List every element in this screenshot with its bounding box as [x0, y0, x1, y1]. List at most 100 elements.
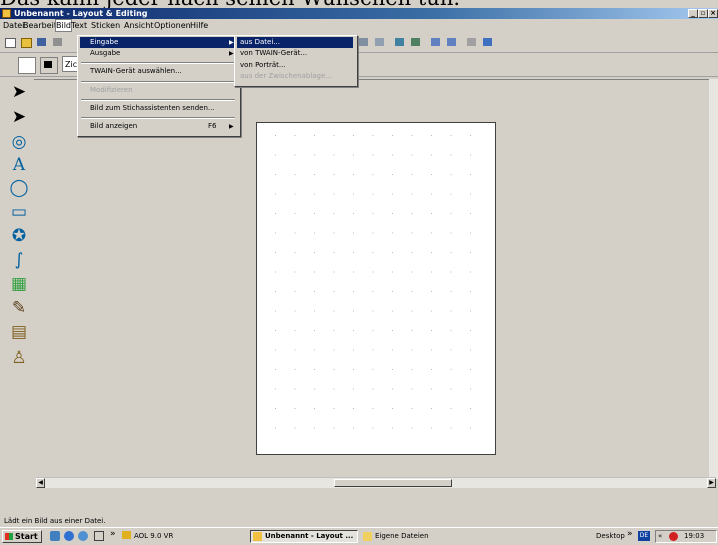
grid-dot	[275, 408, 276, 409]
node-edit-icon[interactable]: ➤	[7, 105, 31, 128]
menu-text[interactable]: Text	[71, 20, 87, 31]
minimize-button[interactable]: _	[688, 9, 698, 18]
line-tool-icon[interactable]	[18, 57, 36, 74]
clock: 19:03	[684, 532, 705, 540]
design-page[interactable]	[256, 122, 496, 455]
menu-datei[interactable]: Datei	[3, 20, 24, 31]
task-eigene-dateien[interactable]: Eigene Dateien	[360, 530, 456, 543]
grid-dot	[411, 193, 413, 195]
tray-app-icon[interactable]	[669, 532, 678, 541]
text-tool-icon[interactable]: A	[7, 153, 31, 176]
grid-dot	[411, 291, 413, 292]
new-file-icon[interactable]	[2, 35, 16, 48]
grid-dot	[333, 154, 335, 156]
close-button[interactable]: ×	[708, 9, 718, 18]
quicklaunch-more-icon[interactable]: »	[110, 529, 116, 539]
grid-dot	[333, 330, 335, 331]
save-icon[interactable]	[34, 35, 48, 48]
grid-dot	[392, 213, 393, 214]
task-unbenannt[interactable]: Unbenannt - Layout ...	[250, 530, 358, 543]
grid-dot	[431, 252, 432, 253]
maximize-button[interactable]: ▫	[698, 9, 708, 18]
open-folder-icon[interactable]	[18, 35, 32, 48]
person-icon[interactable]: ♙	[7, 346, 31, 369]
menu-item-stichassistent[interactable]: Bild zum Stichassistenten senden...	[80, 103, 236, 114]
grid-dot	[470, 388, 471, 390]
stitch-fill-icon[interactable]: ▦	[7, 272, 31, 295]
menu-bild[interactable]: Bild	[54, 19, 73, 32]
menu-ansicht[interactable]: Ansicht	[124, 20, 154, 31]
tool-b-icon[interactable]	[372, 35, 386, 48]
freehand-icon[interactable]: ∫	[7, 248, 31, 271]
grid-dot	[431, 427, 432, 429]
star-shape-icon[interactable]: ✪	[7, 224, 31, 247]
grid-dot	[333, 135, 335, 136]
horizontal-scrollbar[interactable]: ◀ ▶	[36, 477, 716, 488]
grid-dot	[294, 232, 296, 234]
menu-separator	[81, 99, 235, 101]
scroll-left-icon[interactable]: ◀	[36, 478, 45, 488]
scroll-right-icon[interactable]: ▶	[707, 478, 716, 488]
zoom-combo[interactable]: Zic	[62, 56, 78, 72]
grid-dot	[333, 232, 335, 234]
tool-g-icon[interactable]	[464, 35, 478, 48]
ruler-icon[interactable]: ▤	[7, 320, 31, 343]
submenu-item-portraet[interactable]: von Porträt...	[237, 60, 353, 71]
menu-optionen[interactable]: Optionen	[154, 20, 191, 31]
menu-item-eingabe[interactable]: Eingabe ▶	[80, 37, 236, 48]
grid-dot	[372, 330, 374, 331]
start-button[interactable]: Start	[2, 530, 42, 543]
menu-item-bild-anzeigen[interactable]: Bild anzeigen F6 ▶	[80, 121, 236, 132]
language-indicator[interactable]: DE	[638, 531, 650, 541]
menu-item-twain-select[interactable]: TWAIN-Gerät auswählen...	[80, 66, 236, 77]
print-icon[interactable]	[50, 35, 64, 48]
fill-tool-icon[interactable]	[40, 57, 58, 74]
tool-c-icon[interactable]	[392, 35, 406, 48]
desktop-toolbar-label[interactable]: Desktop	[596, 531, 625, 542]
select-arrow-icon[interactable]: ➤	[7, 80, 31, 103]
tray-expand-icon[interactable]: «	[658, 531, 662, 542]
grid-dot	[275, 135, 276, 136]
ellipse-icon[interactable]: ◯	[7, 176, 31, 199]
desktop-more-icon[interactable]: »	[627, 529, 633, 539]
grid-dot	[314, 310, 315, 312]
grid-dot	[333, 291, 335, 292]
aol-icon	[122, 531, 131, 539]
grid-dot	[314, 427, 315, 429]
page-grid	[275, 135, 471, 429]
folder-icon	[363, 532, 372, 541]
quicklaunch-desktop-icon[interactable]	[78, 531, 88, 541]
quicklaunch-ie-icon[interactable]	[50, 531, 60, 541]
grid-dot	[450, 154, 452, 156]
grid-dot	[431, 174, 432, 175]
quicklaunch-app-icon[interactable]	[94, 531, 104, 541]
tool-a-icon[interactable]	[356, 35, 370, 48]
vertical-scrollbar[interactable]	[709, 79, 718, 479]
grid-dot	[431, 154, 432, 156]
submenu-item-zwischenablage: aus der Zwischenablage...	[240, 72, 332, 80]
rectangle-icon[interactable]: ▭	[7, 200, 31, 223]
zoom-icon[interactable]: ◎	[7, 130, 31, 153]
task-aol[interactable]: AOL 9.0 VR	[122, 531, 173, 542]
menu-item-ausgabe[interactable]: Ausgabe ▶	[80, 48, 236, 59]
grid-dot	[470, 232, 471, 234]
submenu-item-aus-datei[interactable]: aus Datei...	[237, 37, 353, 48]
tool-e-icon[interactable]	[428, 35, 442, 48]
grid-dot	[275, 213, 276, 214]
grid-dot	[411, 330, 413, 331]
submenu-item-twain[interactable]: von TWAIN-Gerät...	[237, 48, 353, 59]
menu-sticken[interactable]: Sticken	[91, 20, 120, 31]
grid-dot	[411, 232, 413, 234]
layout-app-icon	[253, 532, 262, 541]
menu-hilfe[interactable]: Hilfe	[190, 20, 208, 31]
grid-dot	[314, 388, 315, 390]
tool-d-icon[interactable]	[408, 35, 422, 48]
grid-dot	[275, 310, 276, 312]
grid-dot	[372, 213, 374, 214]
horizontal-scroll-thumb[interactable]	[334, 479, 452, 487]
tool-f-icon[interactable]	[444, 35, 458, 48]
tool-h-icon[interactable]	[480, 35, 494, 48]
pencil-icon[interactable]: ✎	[7, 296, 31, 319]
grid-dot	[372, 271, 374, 273]
quicklaunch-media-icon[interactable]	[64, 531, 74, 541]
